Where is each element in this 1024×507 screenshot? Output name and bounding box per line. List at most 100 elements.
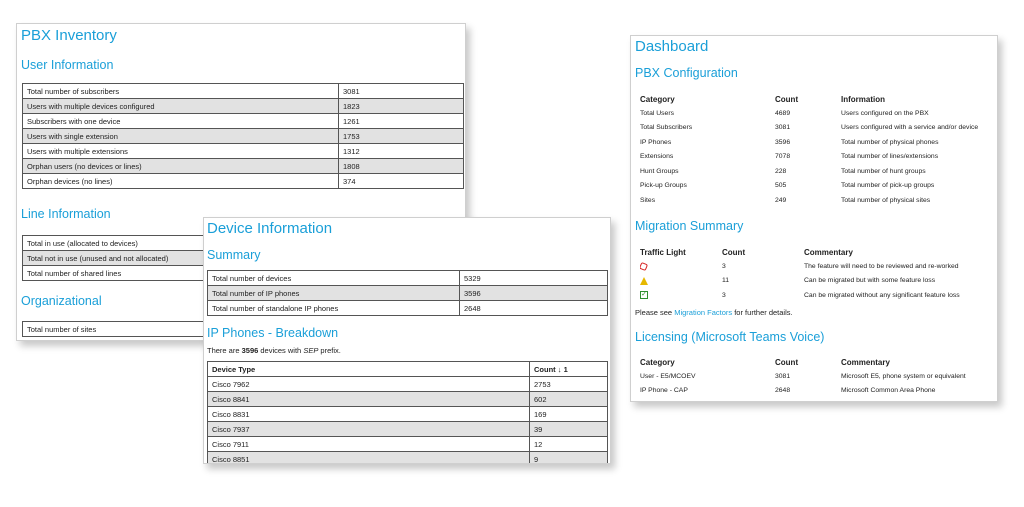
column-header: Category — [640, 94, 675, 104]
line-info-heading: Line Information — [21, 207, 111, 221]
breakdown-note: There are 3596 devices with SEP prefix. — [207, 346, 341, 355]
table-cell: 7078 — [775, 153, 791, 161]
row-label: Cisco 7962 — [207, 376, 530, 392]
licensing-heading: Licensing (Microsoft Teams Voice) — [635, 330, 825, 344]
table-row: 11 Can be migrated but with some feature … — [640, 274, 996, 289]
breakdown-table: Device Type Count ↓ 1 Cisco 7962 2753 Cisc… — [207, 361, 608, 463]
table-row: IP Phone - CAP 2648 Microsoft Common Area … — [640, 384, 996, 399]
table-row: Total Subscribers 3081 Users configured wi… — [640, 121, 996, 136]
count-cell: 3 — [722, 262, 726, 270]
pbx-config-header-row: Category Count Information — [640, 92, 996, 106]
table-cell: 3081 — [775, 124, 791, 132]
table-row: Total number of standalone IP phones 2648 — [207, 300, 608, 316]
table-cell: 4689 — [775, 109, 791, 117]
table-cell: IP Phones — [640, 138, 672, 146]
user-info-heading: User Information — [21, 58, 114, 72]
table-row: Cisco 8841 602 — [207, 391, 608, 407]
table-row: User - E5/MCOEV 3081 Microsoft E5, phone s… — [640, 369, 996, 384]
row-label: Total number of IP phones — [207, 285, 460, 301]
table-cell: Total number of pick-up groups — [841, 182, 935, 190]
table-row: Orphan devices (no lines) 374 — [22, 173, 464, 189]
breakdown-header-row: Device Type Count ↓ 1 — [207, 361, 608, 377]
column-header: Information — [841, 94, 885, 104]
row-label: Total number of subscribers — [22, 83, 339, 99]
table-cell: Sites — [640, 196, 656, 204]
user-info-table: Total number of subscribers 3081 Users wit… — [22, 83, 464, 189]
row-value: 39 — [529, 421, 608, 437]
check-box-icon: ✓ — [640, 291, 648, 300]
table-cell: 3081 — [775, 372, 791, 380]
row-value: 1261 — [338, 113, 464, 129]
table-cell: 249 — [775, 196, 787, 204]
count-cell: 11 — [722, 277, 730, 285]
device-type-column-header[interactable]: Device Type — [207, 361, 530, 377]
column-header: Count — [775, 94, 799, 104]
column-header: Category — [640, 357, 675, 367]
row-value: 374 — [338, 173, 464, 189]
column-header: Commentary — [841, 357, 890, 367]
table-row: Cisco 7937 39 — [207, 421, 608, 437]
device-summary-table: Total number of devices 5329 Total number … — [207, 270, 608, 316]
row-label: Cisco 7911 — [207, 436, 530, 452]
table-row: Pick-up Groups 505 Total number of pick-up… — [640, 179, 996, 194]
commentary-cell: Can be migrated but with some feature lo… — [804, 277, 936, 285]
row-label: Orphan devices (no lines) — [22, 173, 339, 189]
row-value: 169 — [529, 406, 608, 422]
warning-triangle-icon — [640, 276, 648, 285]
traffic-light-cell: ✓ — [640, 288, 722, 303]
row-label: Total number of devices — [207, 270, 460, 286]
sep-prefix: SEP — [303, 346, 319, 355]
table-cell: Total number of physical phones — [841, 138, 939, 146]
licensing-header-row: Category Count Commentary — [640, 355, 996, 369]
commentary-cell: The feature will need to be reviewed and… — [804, 262, 959, 270]
row-label: Cisco 8831 — [207, 406, 530, 422]
count-column-header[interactable]: Count ↓ 1 — [529, 361, 608, 377]
table-cell: 3596 — [775, 138, 791, 146]
column-header: Commentary — [804, 247, 853, 257]
row-value: 9 — [529, 451, 608, 463]
row-value: 2753 — [529, 376, 608, 392]
table-cell: Total number of physical sites — [841, 196, 931, 204]
table-cell: Microsoft Common Area Phone — [841, 387, 936, 395]
organizational-heading: Organizational — [21, 294, 102, 308]
table-row: IP Phones 3596 Total number of physical ph… — [640, 135, 996, 150]
table-cell: Users configured on the PBX — [841, 109, 929, 117]
pbx-config-table: Category Count Information Total Users 4689… — [640, 92, 996, 208]
summary-heading: Summary — [207, 248, 261, 262]
table-row: Total Users 4689 Users configured on the P… — [640, 106, 996, 121]
traffic-light-cell — [640, 259, 722, 274]
column-header: Count — [775, 357, 799, 367]
table-row: Total number of devices 5329 — [207, 270, 608, 286]
table-cell: Total number of hunt groups — [841, 167, 926, 175]
row-label: Cisco 7937 — [207, 421, 530, 437]
table-row: Users with single extension 1753 — [22, 128, 464, 144]
table-cell: Total Subscribers — [640, 124, 693, 132]
migration-header-row: Traffic Light Count Commentary — [640, 245, 996, 259]
stop-octagon-icon — [640, 261, 649, 271]
table-row: Orphan users (no devices or lines) 1808 — [22, 158, 464, 174]
dashboard-panel: Dashboard PBX Configuration Category Coun… — [630, 35, 998, 402]
traffic-light-cell — [640, 274, 722, 289]
row-label: Orphan users (no devices or lines) — [22, 158, 339, 174]
row-value: 602 — [529, 391, 608, 407]
device-information-panel: Device Information Summary Total number … — [203, 217, 611, 464]
table-row: 3 The feature will need to be reviewed an… — [640, 259, 996, 274]
table-row: Hunt Groups 228 Total number of hunt group… — [640, 164, 996, 179]
migration-factors-link[interactable]: Migration Factors — [674, 308, 732, 317]
table-cell: Extensions — [640, 153, 674, 161]
row-label: Subscribers with one device — [22, 113, 339, 129]
table-row: ✓ 3 Can be migrated without any significan… — [640, 288, 996, 303]
table-row: Cisco 7911 12 — [207, 436, 608, 452]
licensing-table: Category Count Commentary User - E5/MCOEV 3… — [640, 355, 996, 398]
row-value: 1808 — [338, 158, 464, 174]
table-row: Users with multiple extensions 1312 — [22, 143, 464, 159]
count-cell: 3 — [722, 291, 726, 299]
table-cell: Hunt Groups — [640, 167, 679, 175]
table-row: Total number of IP phones 3596 — [207, 285, 608, 301]
table-cell: Pick-up Groups — [640, 182, 687, 190]
table-row: Cisco 8851 9 — [207, 451, 608, 463]
commentary-cell: Can be migrated without any significant … — [804, 291, 960, 299]
row-label: Total number of standalone IP phones — [207, 300, 460, 316]
breakdown-heading: IP Phones - Breakdown — [207, 326, 339, 340]
table-row: Sites 249 Total number of physical sites — [640, 193, 996, 208]
